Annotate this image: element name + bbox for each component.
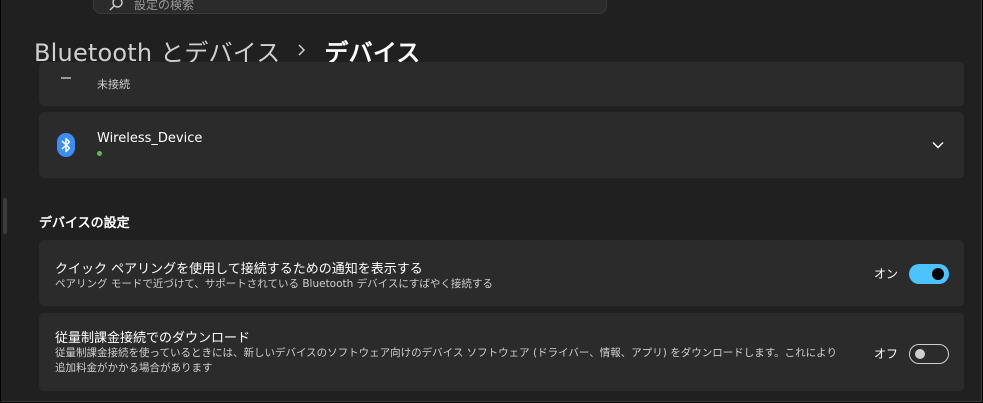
setting-metered-download[interactable]: 従量制課金接続でのダウンロード 従量制課金接続を使っているときには、新しいデバイ… (39, 313, 964, 391)
section-title: デバイスの設定 (39, 216, 130, 231)
status-dot-icon (97, 151, 102, 156)
search-icon (109, 0, 123, 11)
setting-title: 従量制課金接続でのダウンロード (55, 331, 251, 346)
setting-title: クイック ペアリングを使用して接続するための通知を表示する (55, 262, 423, 277)
setting-description: 従量制課金接続を使っているときには、新しいデバイスのソフトウェア向けのデバイス … (55, 347, 837, 374)
device-card[interactable]: Wireless_Device (39, 112, 964, 178)
scrollbar[interactable] (3, 198, 7, 234)
bluetooth-icon (57, 133, 75, 157)
quick-pairing-toggle[interactable] (909, 264, 949, 284)
toggle-knob (915, 349, 925, 359)
toggle-knob (932, 268, 944, 280)
metered-download-toggle[interactable] (909, 344, 949, 364)
setting-quick-pairing[interactable]: クイック ペアリングを使用して接続するための通知を表示する ペアリング モードで… (39, 240, 964, 306)
settings-window: 設定の検索 Bluetooth とデバイス デバイス 未接続 Wireless_… (1, 0, 982, 402)
setting-description: ペアリング モードで近づけて、サポートされている Bluetooth デバイスに… (55, 278, 493, 290)
toggle-label: オフ (874, 347, 899, 361)
chevron-down-icon[interactable] (930, 138, 946, 152)
device-icon (61, 77, 71, 79)
device-name: Wireless_Device (97, 131, 203, 146)
chevron-right-icon (280, 43, 324, 57)
device-card-previous[interactable]: 未接続 (39, 62, 964, 106)
search-box[interactable]: 設定の検索 (93, 0, 607, 14)
search-placeholder[interactable]: 設定の検索 (134, 0, 194, 13)
device-status: 未接続 (97, 78, 130, 91)
toggle-label: オン (874, 267, 899, 281)
